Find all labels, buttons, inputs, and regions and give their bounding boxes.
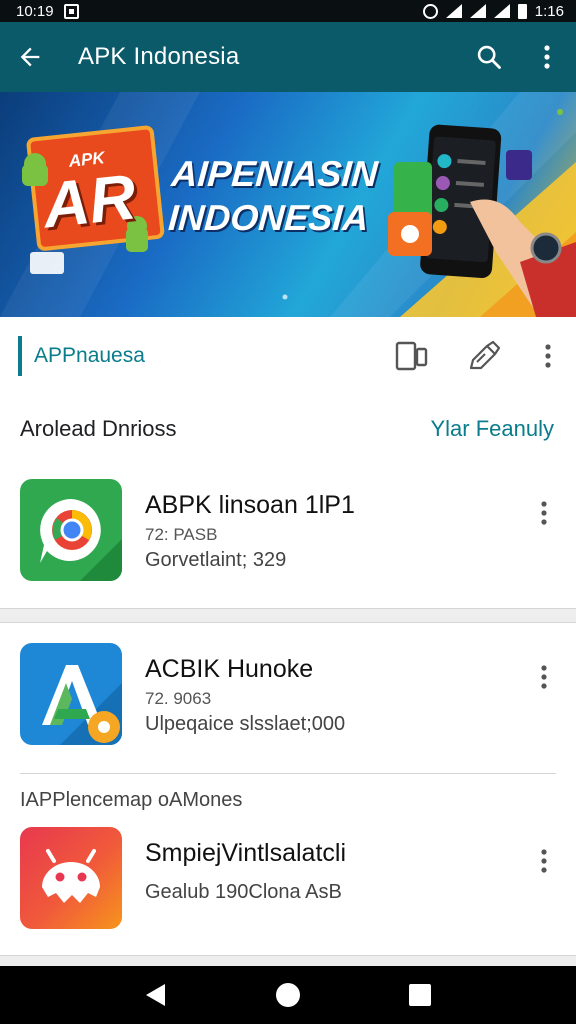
app-name: ACBIK Hunoke: [145, 655, 314, 683]
letter-a-app-icon: [20, 643, 122, 745]
promo-banner[interactable]: APK AR AIPENIASIN INDONESIA: [0, 92, 576, 317]
banner-logo: APK AR: [38, 145, 139, 242]
back-triangle-icon: [146, 984, 165, 1006]
signal-2-icon: [493, 4, 510, 18]
app-name: ABPK linsoan 1lP1: [145, 491, 355, 519]
back-arrow-icon: [20, 47, 40, 67]
app-card: ABPK linsoan 1lP1 72: PASB Gorvetlaint; …: [0, 463, 576, 609]
list-item[interactable]: SmpiejVintlsalatcli Gealub 190Clona AsB: [0, 815, 576, 929]
item-menu-button[interactable]: [526, 495, 562, 531]
status-bar: 10:19 1:16: [0, 0, 576, 22]
more-vert-icon: [541, 501, 547, 525]
group-title: IAPPlencemap oAMones: [20, 789, 243, 811]
nav-recents-button[interactable]: [390, 966, 450, 1024]
home-circle-icon: [276, 983, 300, 1007]
recents-square-icon: [409, 984, 431, 1006]
app-title: APK Indonesia: [78, 43, 240, 70]
device-button[interactable]: [376, 317, 448, 395]
alarm-icon: [422, 3, 438, 19]
back-button[interactable]: [0, 22, 60, 92]
signal-icon: [469, 4, 486, 18]
app-details: Gealub 190Clona AsB: [145, 881, 342, 903]
status-clock: 1:16: [534, 2, 564, 20]
wifi-icon: [445, 4, 462, 18]
status-time: 10:19: [16, 2, 54, 20]
overflow-menu-button[interactable]: [518, 22, 576, 92]
section-menu-button[interactable]: [520, 317, 576, 395]
app-details: Gorvetlaint; 329: [145, 549, 287, 571]
more-vert-icon: [541, 849, 547, 873]
item-menu-button[interactable]: [526, 659, 562, 695]
item-menu-button[interactable]: [526, 843, 562, 879]
list-item[interactable]: ACBIK Hunoke 72. 9063 Ulpeqaice slsslaet…: [0, 631, 576, 745]
share-pen-icon: [469, 340, 501, 370]
app-bar: APK Indonesia: [0, 22, 576, 92]
more-vert-icon: [544, 45, 550, 69]
search-button[interactable]: [460, 22, 518, 92]
app-name: SmpiejVintlsalatcli: [145, 839, 347, 867]
sub-header-left: Arolead Dnrioss: [20, 416, 177, 441]
banner-headline-line2: INDONESIA: [167, 197, 370, 238]
app-details: Ulpeqaice slsslaet;000: [145, 713, 346, 735]
more-vert-icon: [545, 344, 551, 368]
chrome-like-app-icon: [20, 479, 122, 581]
section-header: APPnauesa: [0, 317, 576, 395]
section-accent-bar: [18, 336, 22, 376]
more-vert-icon: [541, 665, 547, 689]
section-title: APPnauesa: [34, 344, 145, 367]
sub-header: Arolead Dnrioss Ylar Feanuly: [0, 395, 576, 463]
nav-back-button[interactable]: [126, 966, 186, 1024]
list-item[interactable]: ABPK linsoan 1lP1 72: PASB Gorvetlaint; …: [0, 467, 576, 581]
app-meta: 72: PASB: [145, 525, 218, 544]
search-icon: [477, 45, 501, 69]
app-card: ACBIK Hunoke 72. 9063 Ulpeqaice slsslaet…: [0, 622, 576, 956]
battery-icon: [517, 3, 527, 19]
android-app-icon: [20, 827, 122, 929]
divider: [20, 773, 556, 774]
banner-headline-line1: AIPENIASIN: [170, 153, 380, 194]
banner-logo-big: AR: [39, 160, 139, 242]
device-icon: [395, 341, 428, 371]
share-button[interactable]: [448, 317, 520, 395]
app-meta: 72. 9063: [145, 689, 212, 708]
sub-header-link[interactable]: Ylar Feanuly: [430, 416, 554, 442]
notification-icon: [63, 3, 79, 19]
banner-headline: AIPENIASIN INDONESIA: [167, 152, 393, 240]
system-nav-bar: [0, 966, 576, 1024]
nav-home-button[interactable]: [258, 966, 318, 1024]
